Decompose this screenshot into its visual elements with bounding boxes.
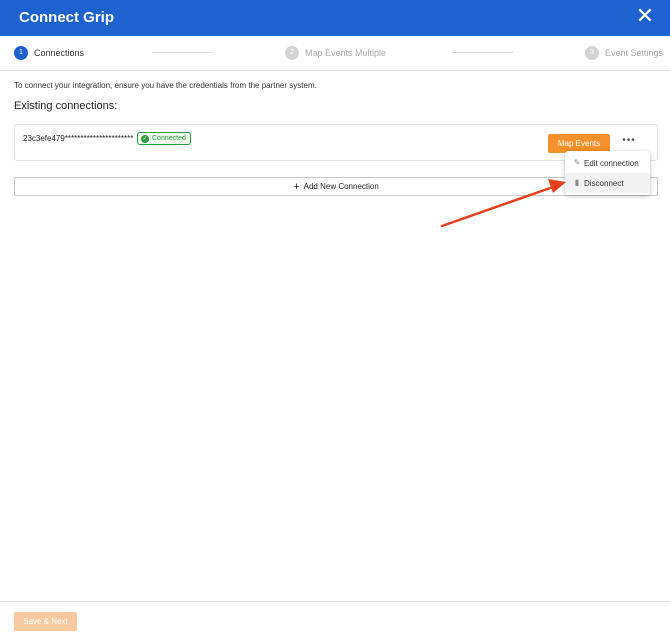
add-connection-label: Add New Connection	[303, 182, 379, 191]
stepper: 1 Connections 2 Map Events Multiple 3 Ev…	[0, 36, 670, 71]
plus-icon: +	[293, 181, 300, 193]
step-divider	[152, 52, 213, 53]
more-options-icon[interactable]: •••	[620, 136, 638, 149]
step-number: 1	[14, 46, 28, 60]
connection-card: 23c3efe479********************** ✓ Conne…	[14, 124, 658, 161]
step-connections[interactable]: 1 Connections	[14, 46, 84, 60]
annotation-arrow	[440, 179, 566, 228]
modal-footer: Save & Next	[0, 601, 670, 639]
pencil-icon: ✎	[573, 158, 581, 167]
trash-icon: ▮	[574, 178, 580, 187]
step-label: Map Events Multiple	[305, 48, 387, 58]
step-label: Event Settings	[605, 48, 664, 58]
connection-id: 23c3efe479**********************	[23, 134, 134, 143]
step-number: 2	[285, 46, 299, 60]
step-label: Connections	[34, 48, 85, 58]
disconnect-item[interactable]: ▮ Disconnect	[565, 173, 650, 193]
edit-connection-item[interactable]: ✎ Edit connection	[565, 153, 650, 173]
modal-header: Connect Grip ✕	[0, 0, 670, 36]
menu-item-label: Disconnect	[584, 178, 624, 188]
menu-item-label: Edit connection	[584, 158, 639, 168]
step-divider	[452, 52, 513, 53]
close-icon[interactable]: ✕	[633, 5, 657, 29]
info-text: To connect your integration, ensure you …	[14, 81, 317, 90]
step-map-events[interactable]: 2 Map Events Multiple	[285, 46, 386, 60]
status-badge: ✓ Connected	[137, 132, 191, 145]
modal-title: Connect Grip	[19, 9, 115, 26]
status-label: Connected	[152, 135, 186, 142]
options-dropdown: ✎ Edit connection ▮ Disconnect	[565, 151, 650, 195]
section-title: Existing connections:	[14, 100, 118, 112]
step-event-settings[interactable]: 3 Event Settings	[585, 46, 663, 60]
add-connection-button[interactable]: + Add New Connection	[14, 177, 658, 196]
save-next-button[interactable]: Save & Next	[14, 612, 77, 631]
check-icon: ✓	[141, 134, 149, 143]
step-number: 3	[585, 46, 599, 60]
